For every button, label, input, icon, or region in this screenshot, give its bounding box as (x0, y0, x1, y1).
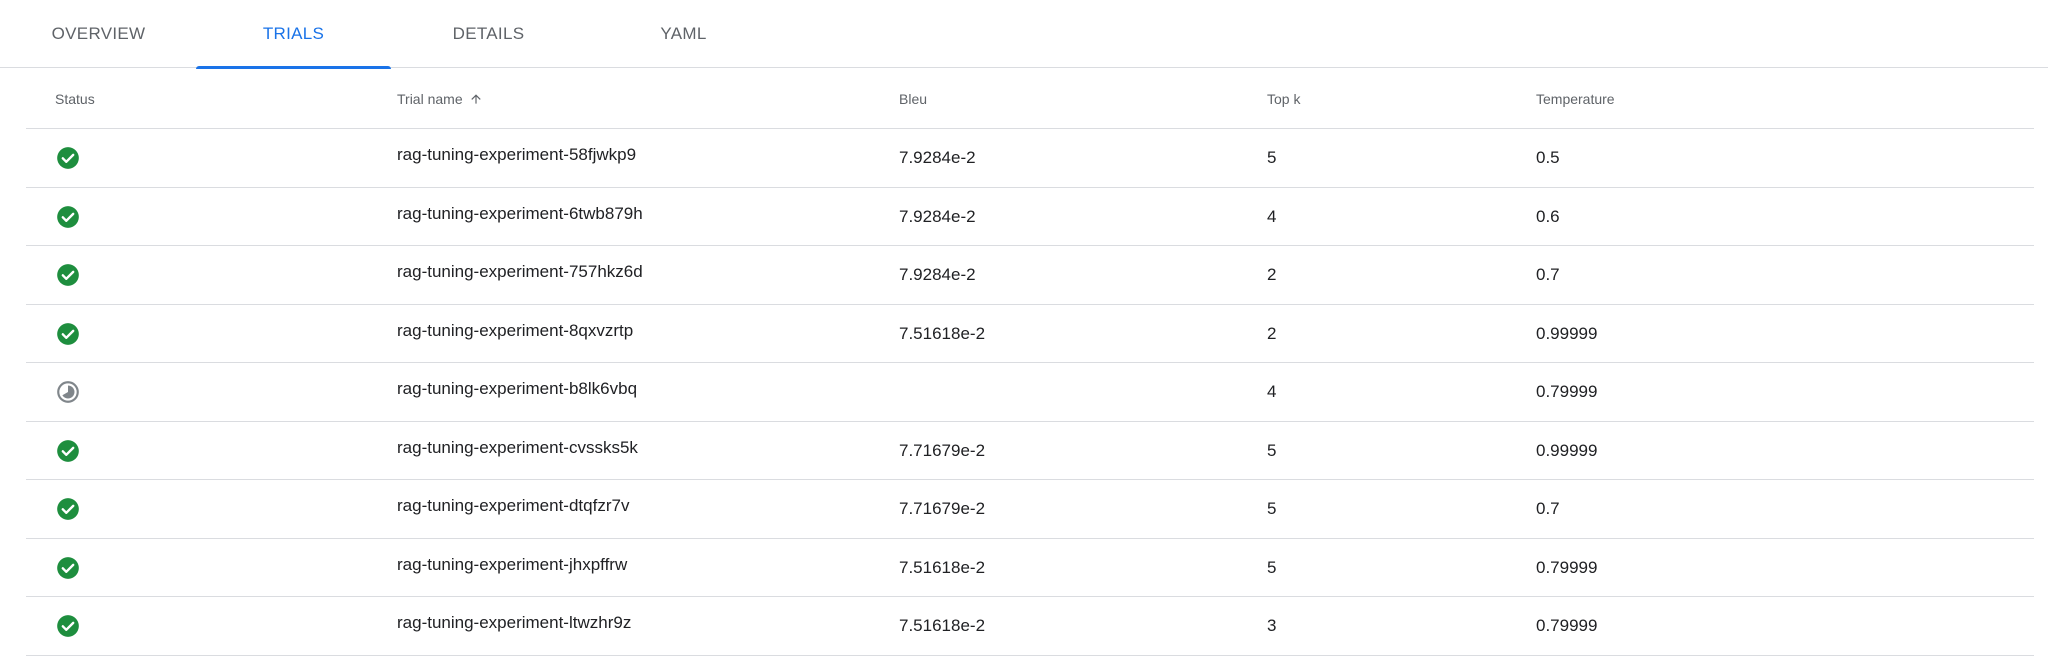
table-body: rag-tuning-experiment-58fjwkp9 7.9284e-2 5… (26, 129, 2034, 656)
status-cell (55, 422, 81, 480)
trial-name-link[interactable]: rag-tuning-experiment-cvssks5k (397, 419, 638, 477)
tab-details[interactable]: DETAILS (391, 0, 586, 68)
table-row[interactable]: rag-tuning-experiment-58fjwkp9 7.9284e-2 5… (26, 129, 2034, 188)
bleu-value: 7.71679e-2 (899, 499, 986, 518)
tab-overview[interactable]: OVERVIEW (1, 0, 196, 68)
table-header: Status Trial name Bleu Top k Temperature (26, 69, 2034, 129)
bleu-value: 7.51618e-2 (899, 557, 986, 577)
top-k-value: 3 (1267, 616, 1277, 635)
header-status-label: Status (55, 91, 95, 107)
temperature-value: 0.79999 (1536, 616, 1598, 635)
status-cell (55, 305, 81, 363)
check-circle-icon (55, 204, 81, 230)
trials-table: Status Trial name Bleu Top k Temperature… (26, 69, 2034, 656)
header-temperature-label: Temperature (1536, 91, 1615, 107)
tab-trials[interactable]: TRIALS (196, 0, 391, 69)
status-cell (55, 597, 81, 655)
status-cell (55, 480, 81, 538)
check-circle-icon (55, 321, 81, 347)
trial-name-link[interactable]: rag-tuning-experiment-b8lk6vbq (397, 360, 637, 418)
header-status[interactable]: Status (55, 69, 95, 129)
status-cell (55, 246, 81, 304)
trial-name-link[interactable]: rag-tuning-experiment-8qxvzrtp (397, 302, 633, 360)
temperature-value: 0.79999 (1536, 382, 1598, 401)
check-circle-icon (55, 555, 81, 581)
top-k-value: 4 (1267, 206, 1277, 226)
top-k-value: 2 (1267, 323, 1277, 343)
bleu-value: 7.51618e-2 (899, 616, 986, 635)
temperature-value: 0.5 (1536, 148, 1560, 167)
table-row[interactable]: rag-tuning-experiment-dtqfzr7v 7.71679e-2… (26, 480, 2034, 539)
status-cell (55, 539, 81, 597)
running-icon (55, 379, 81, 405)
bleu-value: 7.71679e-2 (899, 440, 986, 460)
bleu-value: 7.9284e-2 (899, 148, 976, 167)
temperature-value: 0.99999 (1536, 323, 1598, 343)
trial-name-link[interactable]: rag-tuning-experiment-6twb879h (397, 185, 643, 243)
check-circle-icon (55, 145, 81, 171)
header-trial-name[interactable]: Trial name (397, 69, 483, 129)
header-trial-name-label: Trial name (397, 91, 463, 107)
temperature-value: 0.7 (1536, 265, 1560, 284)
top-k-value: 5 (1267, 557, 1277, 577)
temperature-value: 0.99999 (1536, 440, 1598, 460)
header-temperature[interactable]: Temperature (1536, 69, 1615, 129)
header-bleu-label: Bleu (899, 91, 928, 107)
table-row[interactable]: rag-tuning-experiment-6twb879h 7.9284e-2 4… (26, 185, 2034, 246)
status-cell (55, 129, 81, 187)
bleu-value: 7.9284e-2 (899, 265, 976, 284)
check-circle-icon (55, 496, 81, 522)
status-cell (55, 363, 81, 421)
temperature-value: 0.79999 (1536, 557, 1598, 577)
status-cell (55, 188, 81, 246)
check-circle-icon (55, 262, 81, 288)
table-row[interactable]: rag-tuning-experiment-ltwzhr9z 7.51618e-2… (26, 597, 2034, 656)
top-k-value: 5 (1267, 440, 1277, 460)
trial-name-link[interactable]: rag-tuning-experiment-jhxpffrw (397, 536, 627, 594)
top-k-value: 4 (1267, 382, 1277, 401)
check-circle-icon (55, 613, 81, 639)
temperature-value: 0.6 (1536, 206, 1560, 226)
top-k-value: 2 (1267, 265, 1277, 284)
bleu-value: 7.9284e-2 (899, 206, 976, 226)
trial-name-link[interactable]: rag-tuning-experiment-ltwzhr9z (397, 594, 631, 652)
table-row[interactable]: rag-tuning-experiment-8qxvzrtp 7.51618e-2… (26, 302, 2034, 363)
table-row[interactable]: rag-tuning-experiment-757hkz6d 7.9284e-2 2… (26, 246, 2034, 305)
bleu-value: 7.51618e-2 (899, 323, 986, 343)
tab-yaml[interactable]: YAML (586, 0, 781, 68)
trial-name-link[interactable]: rag-tuning-experiment-58fjwkp9 (397, 126, 636, 184)
header-top-k-label: Top k (1267, 91, 1301, 107)
table-row[interactable]: rag-tuning-experiment-b8lk6vbq 4 0.79999 (26, 363, 2034, 422)
check-circle-icon (55, 438, 81, 464)
tab-bar: OVERVIEW TRIALS DETAILS YAML (0, 0, 2048, 69)
trial-name-link[interactable]: rag-tuning-experiment-757hkz6d (397, 243, 643, 301)
top-k-value: 5 (1267, 148, 1277, 167)
table-row[interactable]: rag-tuning-experiment-jhxpffrw 7.51618e-2… (26, 536, 2034, 597)
trial-name-link[interactable]: rag-tuning-experiment-dtqfzr7v (397, 477, 629, 535)
top-k-value: 5 (1267, 499, 1277, 518)
header-top-k[interactable]: Top k (1267, 69, 1300, 129)
header-bleu[interactable]: Bleu (899, 69, 927, 129)
temperature-value: 0.7 (1536, 499, 1560, 518)
table-row[interactable]: rag-tuning-experiment-cvssks5k 7.71679e-2… (26, 419, 2034, 480)
arrow-upward-icon[interactable] (469, 92, 483, 106)
